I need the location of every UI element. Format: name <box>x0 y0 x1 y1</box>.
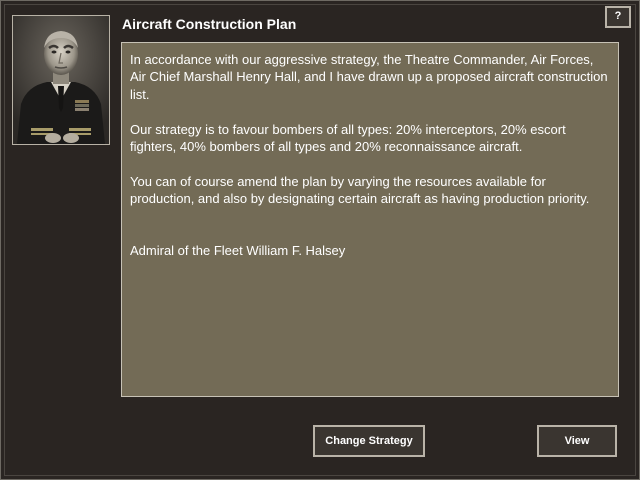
message-paragraph: Our strategy is to favour bombers of all… <box>130 121 566 155</box>
admiral-portrait <box>12 15 110 145</box>
message-paragraph: In accordance with our aggressive strate… <box>130 52 608 102</box>
message-signature: Admiral of the Fleet William F. Halsey <box>130 243 346 259</box>
message-paragraph: You can of course amend the plan by vary… <box>130 173 590 207</box>
help-button[interactable]: ? <box>605 6 631 28</box>
portrait-image <box>13 16 109 144</box>
message-panel: In accordance with our aggressive strate… <box>121 42 619 397</box>
change-strategy-button[interactable]: Change Strategy <box>313 425 425 457</box>
view-button[interactable]: View <box>537 425 617 457</box>
dialog-title: Aircraft Construction Plan <box>122 16 297 32</box>
dialog-window: Aircraft Construction Plan ? In accordan… <box>0 0 640 480</box>
